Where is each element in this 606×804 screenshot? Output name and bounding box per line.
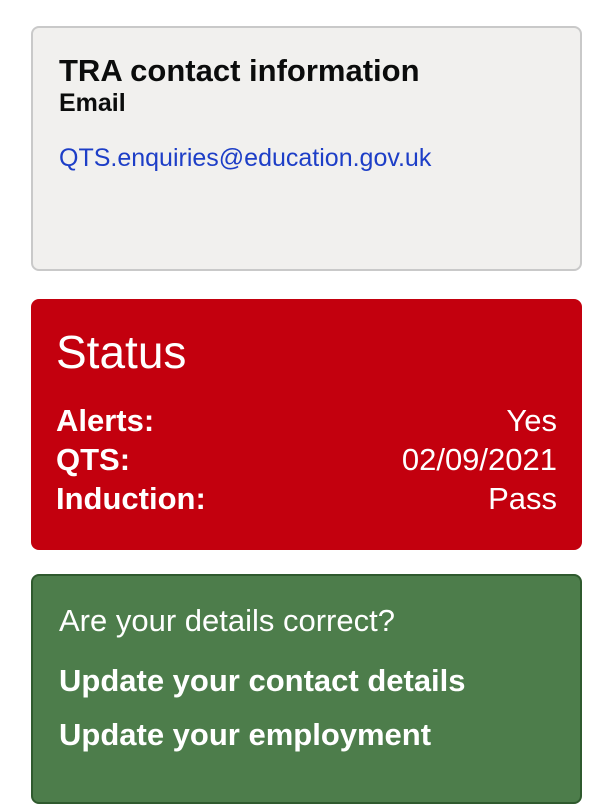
contact-title: TRA contact information: [59, 53, 420, 88]
status-label: Induction:: [56, 481, 206, 516]
contact-email-link[interactable]: QTS.enquiries@education.gov.uk: [59, 144, 431, 173]
status-value: Pass: [488, 481, 557, 516]
contact-info-card: TRA contact information Email QTS.enquir…: [31, 26, 582, 271]
status-value: 02/09/2021: [401, 442, 557, 477]
update-employment-link[interactable]: Update your employment: [59, 716, 554, 754]
status-card: Status Alerts: Yes QTS: 02/09/2021 Induc…: [31, 299, 582, 550]
status-row-qts: QTS: 02/09/2021: [56, 440, 557, 479]
status-label: Alerts:: [56, 403, 155, 438]
status-value: Yes: [506, 403, 557, 438]
details-card: Are your details correct? Update your co…: [31, 574, 582, 804]
status-row-induction: Induction: Pass: [56, 479, 557, 518]
status-label: QTS:: [56, 442, 131, 477]
status-title: Status: [56, 326, 187, 378]
update-contact-details-link[interactable]: Update your contact details: [59, 662, 554, 700]
details-question: Are your details correct?: [59, 603, 395, 638]
contact-email-heading: Email: [59, 89, 126, 117]
status-row-alerts: Alerts: Yes: [56, 401, 557, 440]
